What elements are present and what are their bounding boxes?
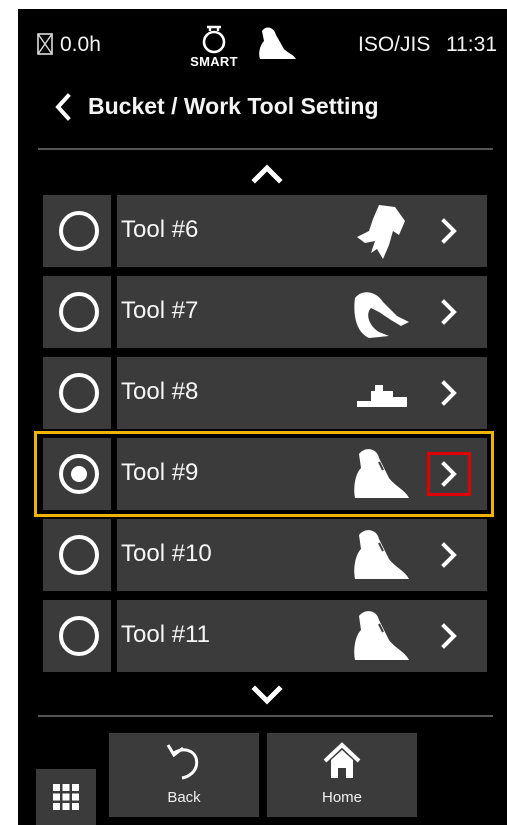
control-pattern: ISO/JIS [358, 33, 431, 56]
radio-cell[interactable] [43, 276, 111, 348]
tool-item[interactable]: Tool #9 [117, 438, 487, 510]
radio-cell[interactable] [43, 195, 111, 267]
page-title: Bucket / Work Tool Setting [88, 93, 379, 119]
home-label: Home [321, 789, 362, 806]
chevron-right-icon [441, 623, 457, 649]
bucket-icon [354, 611, 409, 660]
chevron-left-icon[interactable] [54, 93, 72, 121]
undo-arrow-icon [166, 744, 199, 780]
tool-label: Tool #7 [121, 297, 199, 324]
scroll-down-button[interactable] [247, 683, 287, 709]
machine-display: 0.0h SMART ISO/JIS 11:31 Bucket / Work T… [18, 9, 507, 825]
bucket-icon [354, 449, 409, 498]
back-button[interactable]: Back [109, 733, 259, 817]
radio-dot [71, 466, 87, 482]
menu-button[interactable] [36, 769, 96, 825]
plate-compactor-icon [357, 385, 407, 407]
tool-row-11[interactable]: Tool #11 [41, 600, 487, 672]
tool-item[interactable]: Tool #8 [117, 357, 487, 429]
smart-mode-icon [202, 25, 226, 54]
open-tool-settings-button[interactable] [427, 452, 471, 496]
back-label: Back [167, 789, 201, 806]
title-bar[interactable]: Bucket / Work Tool Setting [18, 71, 507, 147]
chevron-right-icon [441, 380, 457, 406]
radio-button-selected[interactable] [59, 454, 99, 494]
chevron-right-icon [441, 218, 457, 244]
radio-button[interactable] [59, 211, 99, 251]
open-tool-settings-button[interactable] [427, 290, 471, 334]
tool-row-9[interactable]: Tool #9 [34, 431, 494, 517]
tool-label: Tool #9 [121, 459, 199, 486]
radio-cell[interactable] [43, 519, 111, 591]
radio-button[interactable] [59, 535, 99, 575]
radio-cell[interactable] [43, 438, 111, 510]
status-bar: 0.0h SMART ISO/JIS 11:31 [18, 9, 507, 71]
clock: 11:31 [446, 33, 497, 56]
scroll-up-button[interactable] [247, 160, 287, 186]
tool-row-7[interactable]: Tool #7 [41, 276, 487, 348]
radio-cell[interactable] [43, 357, 111, 429]
radio-button[interactable] [59, 292, 99, 332]
radio-button[interactable] [59, 616, 99, 656]
clamshell-tool-icon [354, 292, 409, 338]
bucket-icon [354, 530, 409, 579]
radio-cell[interactable] [43, 600, 111, 672]
open-tool-settings-button[interactable] [427, 533, 471, 577]
open-tool-settings-button[interactable] [427, 614, 471, 658]
tool-row-6[interactable]: Tool #6 [41, 195, 487, 267]
chevron-right-icon [441, 299, 457, 325]
home-button[interactable]: Home [267, 733, 417, 817]
hourglass-icon [37, 33, 53, 55]
tool-label: Tool #10 [121, 540, 212, 567]
tool-item[interactable]: Tool #6 [117, 195, 487, 267]
tool-label: Tool #8 [121, 378, 199, 405]
tool-row-10[interactable]: Tool #10 [41, 519, 487, 591]
smart-mode-label: SMART [190, 54, 238, 69]
grid-menu-icon [53, 784, 79, 810]
grapple-tool-icon [357, 205, 405, 259]
radio-button[interactable] [59, 373, 99, 413]
tool-label: Tool #6 [121, 216, 199, 243]
tool-label: Tool #11 [121, 621, 210, 648]
operating-hours: 0.0h [60, 33, 101, 56]
chevron-right-icon [441, 542, 457, 568]
tool-item[interactable]: Tool #11 [117, 600, 487, 672]
smart-mode-indicator: SMART [188, 21, 240, 69]
footer-divider [38, 715, 493, 717]
bucket-status-icon [259, 27, 296, 59]
open-tool-settings-button[interactable] [427, 371, 471, 415]
header-divider [38, 148, 493, 150]
open-tool-settings-button[interactable] [427, 209, 471, 253]
tool-row-8[interactable]: Tool #8 [41, 357, 487, 429]
tool-item[interactable]: Tool #10 [117, 519, 487, 591]
chevron-right-icon [441, 461, 457, 487]
home-icon [323, 742, 361, 778]
tool-item[interactable]: Tool #7 [117, 276, 487, 348]
